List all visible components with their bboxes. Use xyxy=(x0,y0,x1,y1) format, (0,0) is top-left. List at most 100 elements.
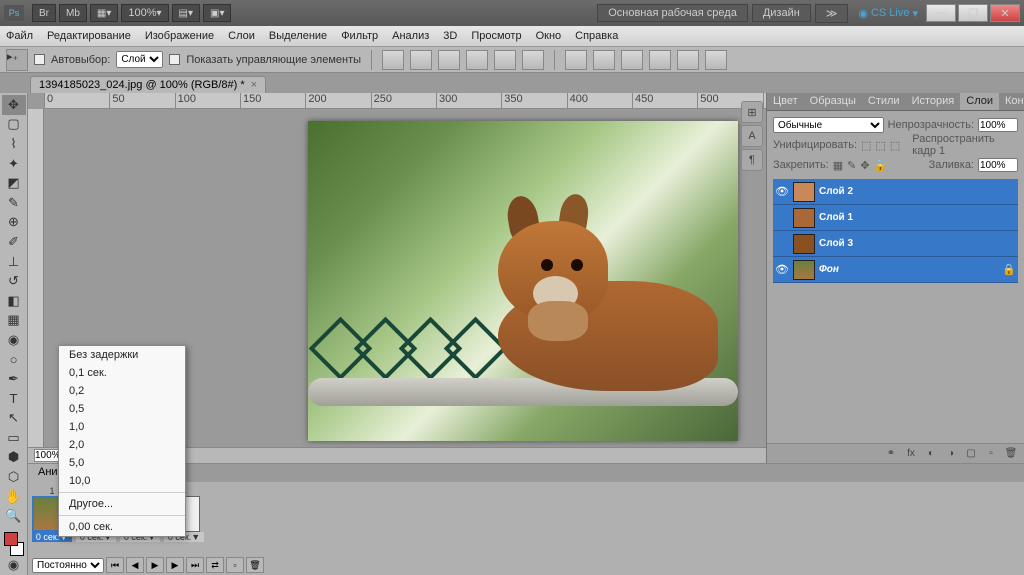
layer-thumb[interactable] xyxy=(793,208,815,228)
hand-tool[interactable]: ✋ xyxy=(2,487,26,507)
delay-option[interactable]: 0,5 xyxy=(59,400,185,418)
new-frame-button[interactable]: ▫ xyxy=(226,557,244,573)
autoselect-dropdown[interactable]: Слой xyxy=(116,51,163,68)
delay-option[interactable]: 5,0 xyxy=(59,454,185,472)
move-tool[interactable]: ✥ xyxy=(2,95,26,115)
fx-button[interactable]: fx xyxy=(902,446,920,462)
unify-icon[interactable]: ⬚ xyxy=(890,139,900,152)
layer-row[interactable]: Слой 1 xyxy=(773,205,1018,231)
close-button[interactable]: ✕ xyxy=(990,4,1020,22)
stamp-tool[interactable]: ⊥ xyxy=(2,252,26,272)
menu-edit[interactable]: Редактирование xyxy=(47,30,131,42)
delete-frame-button[interactable]: 🗑 xyxy=(246,557,264,573)
dodge-tool[interactable]: ○ xyxy=(2,350,26,370)
distribute-button[interactable] xyxy=(621,50,643,70)
autoselect-checkbox[interactable] xyxy=(34,54,45,65)
dock-icon[interactable]: A xyxy=(741,125,763,147)
layer-name[interactable]: Слой 1 xyxy=(819,212,1016,223)
visibility-icon[interactable] xyxy=(775,237,789,251)
visibility-icon[interactable]: 👁 xyxy=(775,263,789,277)
dock-icon[interactable]: ⊞ xyxy=(741,101,763,123)
cslive-button[interactable]: ◉ CS Live ▾ xyxy=(858,7,918,20)
first-frame-button[interactable]: ⏮ xyxy=(106,557,124,573)
tween-button[interactable]: ⇄ xyxy=(206,557,224,573)
prev-frame-button[interactable]: ◀ xyxy=(126,557,144,573)
arrange-button[interactable]: ▤▾ xyxy=(172,4,200,22)
3d-camera-tool[interactable]: ⬡ xyxy=(2,467,26,487)
workspace-design-button[interactable]: Дизайн xyxy=(752,4,811,22)
opacity-input[interactable] xyxy=(978,118,1018,132)
lock-icon[interactable]: 🔒 xyxy=(874,159,888,172)
zoom-tool[interactable]: 🔍 xyxy=(2,506,26,526)
screen-mode-button[interactable]: ▣▾ xyxy=(203,4,231,22)
delay-option[interactable]: 0,1 сек. xyxy=(59,364,185,382)
delay-option[interactable]: 0,2 xyxy=(59,382,185,400)
next-frame-button[interactable]: ▶ xyxy=(166,557,184,573)
distribute-button[interactable] xyxy=(565,50,587,70)
tab-styles[interactable]: Стили xyxy=(862,93,906,110)
crop-tool[interactable]: ◩ xyxy=(2,173,26,193)
type-tool[interactable]: T xyxy=(2,389,26,409)
lock-icon[interactable]: ▦ xyxy=(833,159,843,172)
distribute-button[interactable] xyxy=(593,50,615,70)
lasso-tool[interactable]: ⌇ xyxy=(2,134,26,154)
brush-tool[interactable]: ✐ xyxy=(2,232,26,252)
new-layer-button[interactable]: ▫ xyxy=(982,446,1000,462)
heal-tool[interactable]: ⊕ xyxy=(2,213,26,233)
distribute-button[interactable] xyxy=(705,50,727,70)
eyedropper-tool[interactable]: ✎ xyxy=(2,193,26,213)
last-frame-button[interactable]: ⏭ xyxy=(186,557,204,573)
marquee-tool[interactable]: ▢ xyxy=(2,115,26,135)
align-button[interactable] xyxy=(438,50,460,70)
align-button[interactable] xyxy=(494,50,516,70)
blur-tool[interactable]: ◉ xyxy=(2,330,26,350)
tab-paths[interactable]: Контуры xyxy=(999,93,1024,110)
menu-window[interactable]: Окно xyxy=(536,30,562,42)
delay-option-other[interactable]: Другое... xyxy=(59,495,185,513)
minibridge-button[interactable]: Mb xyxy=(59,4,87,22)
layer-row[interactable]: Слой 3 xyxy=(773,231,1018,257)
bridge-button[interactable]: Br xyxy=(32,4,56,22)
layer-thumb[interactable] xyxy=(793,234,815,254)
3d-tool[interactable]: ⬢ xyxy=(2,448,26,468)
minimize-button[interactable]: — xyxy=(926,4,956,22)
workspace-more-button[interactable]: ≫ xyxy=(815,4,849,23)
blend-mode-dropdown[interactable]: Обычные xyxy=(773,117,884,133)
mask-button[interactable]: ◐ xyxy=(922,446,940,462)
link-layers-button[interactable]: ⚭ xyxy=(882,446,900,462)
layer-thumb[interactable] xyxy=(793,260,815,280)
dock-icon[interactable]: ¶ xyxy=(741,149,763,171)
tab-swatches[interactable]: Образцы xyxy=(804,93,862,110)
tab-layers[interactable]: Слои xyxy=(960,93,999,110)
layer-thumb[interactable] xyxy=(793,182,815,202)
history-brush-tool[interactable]: ↺ xyxy=(2,271,26,291)
loop-dropdown[interactable]: Постоянно xyxy=(32,558,104,573)
menu-analysis[interactable]: Анализ xyxy=(392,30,429,42)
eraser-tool[interactable]: ◧ xyxy=(2,291,26,311)
wand-tool[interactable]: ✦ xyxy=(2,154,26,174)
menu-help[interactable]: Справка xyxy=(575,30,618,42)
menu-filter[interactable]: Фильтр xyxy=(341,30,378,42)
zoom-level[interactable]: 100% ▾ xyxy=(121,4,168,22)
adjustment-button[interactable]: ◑ xyxy=(942,446,960,462)
menu-3d[interactable]: 3D xyxy=(443,30,457,42)
fill-input[interactable] xyxy=(978,158,1018,172)
delay-option[interactable]: 10,0 xyxy=(59,472,185,490)
distribute-button[interactable] xyxy=(649,50,671,70)
unify-icon[interactable]: ⬚ xyxy=(875,139,885,152)
menu-layer[interactable]: Слои xyxy=(228,30,255,42)
gradient-tool[interactable]: ▦ xyxy=(2,311,26,331)
showcontrols-checkbox[interactable] xyxy=(169,54,180,65)
visibility-icon[interactable] xyxy=(775,211,789,225)
quickmask-button[interactable]: ◉ xyxy=(2,556,26,575)
delay-option[interactable]: 1,0 xyxy=(59,418,185,436)
color-swatches[interactable] xyxy=(2,532,26,556)
menu-select[interactable]: Выделение xyxy=(269,30,327,42)
align-button[interactable] xyxy=(466,50,488,70)
delay-option-none[interactable]: Без задержки xyxy=(59,346,185,364)
layer-row[interactable]: 👁 Слой 2 xyxy=(773,179,1018,205)
delay-option[interactable]: 2,0 xyxy=(59,436,185,454)
play-button[interactable]: ▶ xyxy=(146,557,164,573)
layer-name[interactable]: Слой 3 xyxy=(819,238,1016,249)
path-tool[interactable]: ↖ xyxy=(2,409,26,429)
